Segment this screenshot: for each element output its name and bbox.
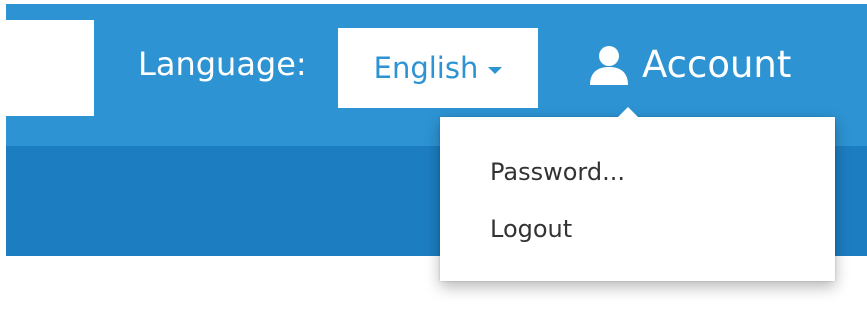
account-dropdown-menu: Password... Logout [440,107,835,281]
account-label: Account [642,43,792,86]
app-stage: Language: English Account Password... Lo… [0,0,867,312]
dropdown-pointer [618,107,638,117]
language-label: Language: [138,45,307,83]
account-menu-button[interactable]: Account [590,42,791,88]
language-dropdown[interactable]: English [338,28,538,108]
caret-down-icon [488,66,503,74]
language-selected-value: English [373,51,479,85]
menu-item-logout[interactable]: Logout [490,214,572,244]
menu-item-password[interactable]: Password... [490,157,625,187]
search-input[interactable] [6,20,94,116]
user-icon [590,46,628,85]
